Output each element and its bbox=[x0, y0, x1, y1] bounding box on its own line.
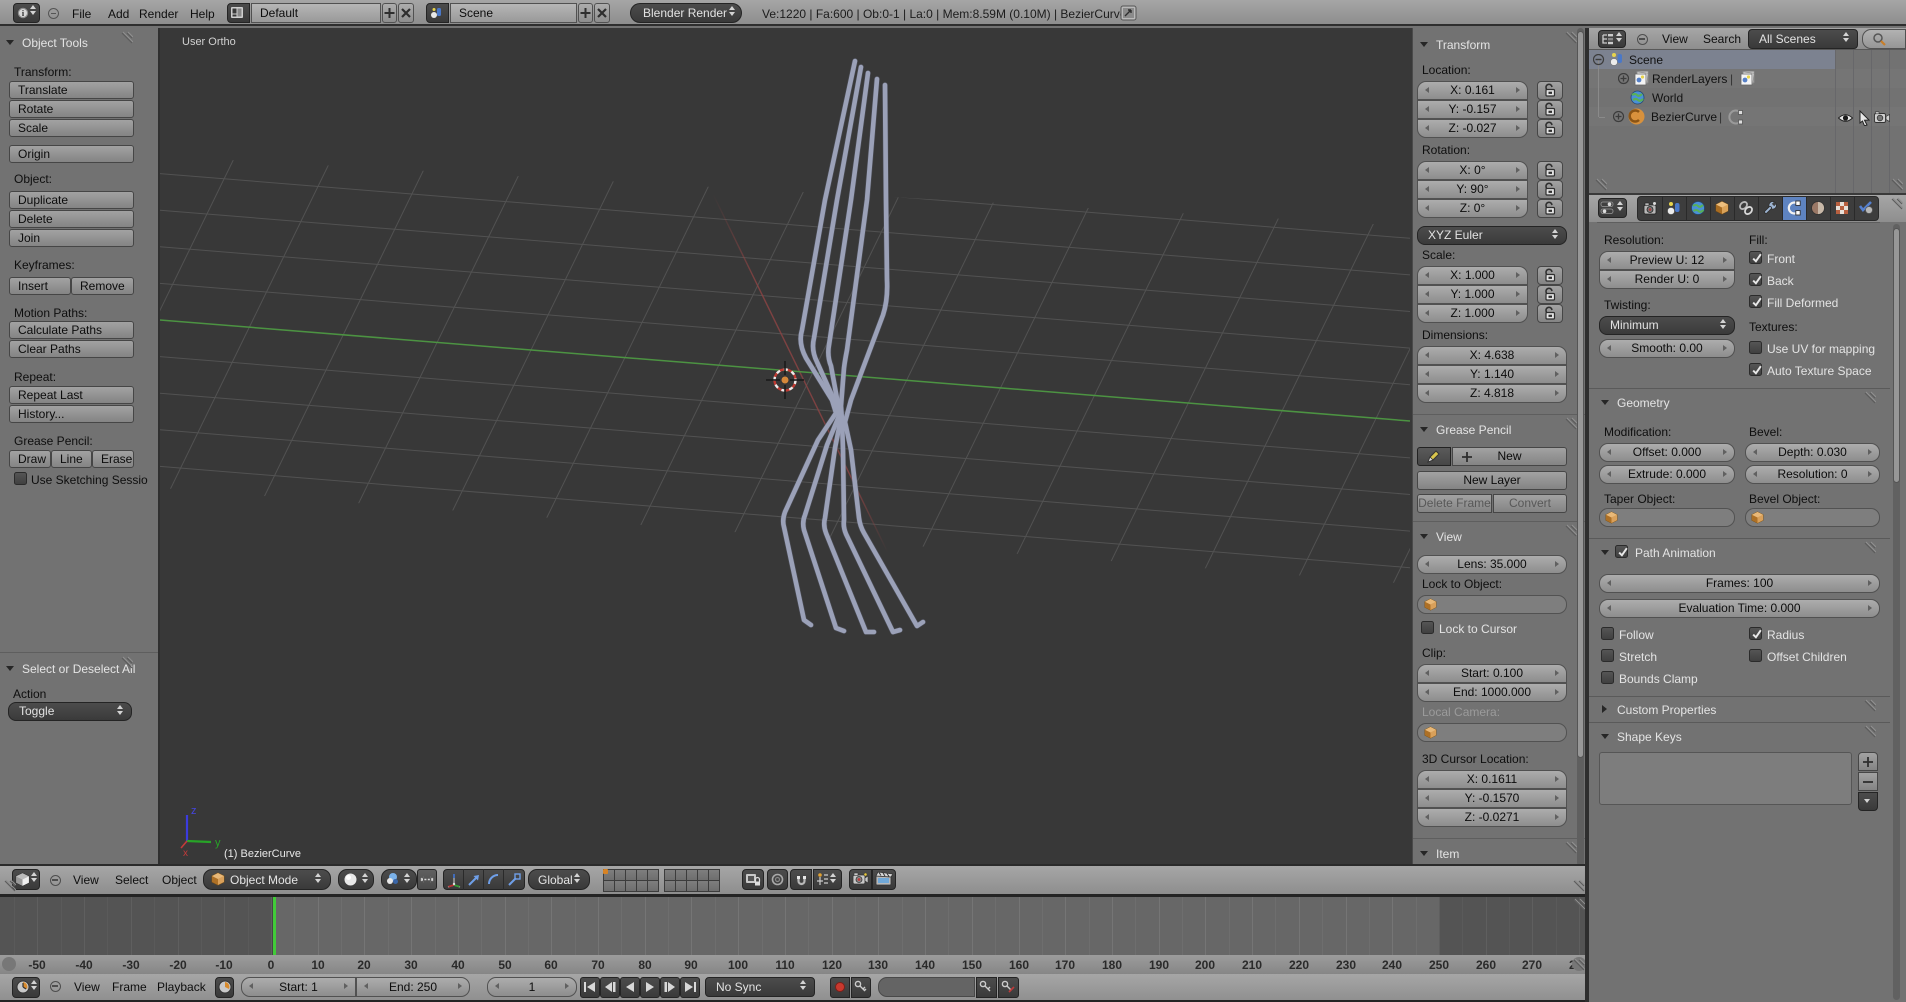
svg-text:User Ortho: User Ortho bbox=[182, 36, 236, 48]
svg-text:(1) BezierCurve: (1) BezierCurve bbox=[224, 848, 301, 860]
svg-text:z: z bbox=[191, 805, 197, 817]
svg-text:y: y bbox=[215, 837, 221, 849]
svg-text:x: x bbox=[183, 848, 188, 859]
